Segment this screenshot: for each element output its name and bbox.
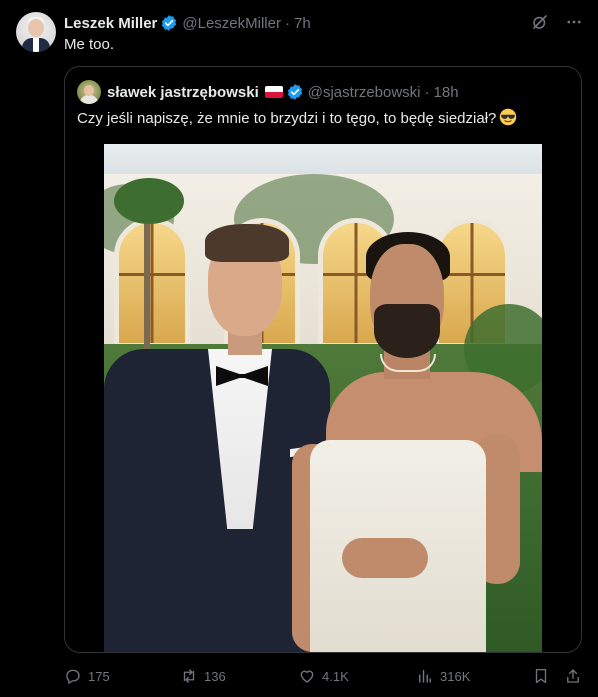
like-count: 4.1K [322, 668, 349, 684]
quote-text: Czy jeśli napiszę, że mnie to brzydzi i … [77, 110, 497, 127]
quote-time[interactable]: 18h [434, 84, 459, 101]
views-icon [419, 670, 431, 683]
quote-author-avatar[interactable] [77, 80, 101, 104]
repost-button[interactable]: 136 [180, 666, 226, 686]
author-avatar[interactable] [16, 12, 56, 52]
quote-text-line: Czy jeśli napiszę, że mnie to brzydzi i … [77, 108, 571, 127]
quote-author-handle[interactable]: @sjastrzebowski [308, 84, 421, 101]
cool-emoji-icon [500, 108, 517, 126]
reply-button[interactable]: 175 [64, 666, 110, 686]
grok-icon[interactable] [530, 12, 550, 32]
share-button[interactable] [564, 666, 582, 686]
like-icon [300, 670, 314, 683]
repost-count: 136 [204, 668, 226, 684]
bookmark-button[interactable] [532, 666, 550, 686]
separator-dot: · [424, 83, 430, 101]
tweet-text: Me too. [64, 36, 115, 53]
tweet-action-bar: 175 136 4.1K 316K [64, 666, 582, 686]
separator-dot: · [284, 14, 290, 32]
verified-badge-icon [162, 15, 177, 31]
tweet-header: Leszek Miller @LeszekMiller · 7h [64, 13, 311, 33]
tweet-top-actions [530, 12, 584, 32]
views-button[interactable]: 316K [416, 666, 470, 686]
reply-count: 175 [88, 668, 110, 684]
poland-flag-icon [264, 86, 283, 98]
more-icon[interactable] [564, 12, 584, 32]
quote-author-name[interactable]: sławek jastrzębowski [107, 84, 259, 101]
share-icon [567, 669, 579, 683]
quote-header: sławek jastrzębowski @sjastrzebowski · 1… [107, 82, 459, 102]
author-name[interactable]: Leszek Miller [64, 15, 157, 32]
repost-icon [183, 669, 195, 683]
quote-photo[interactable] [104, 144, 542, 652]
quoted-tweet[interactable]: sławek jastrzębowski @sjastrzebowski · 1… [64, 66, 582, 653]
views-count: 316K [440, 668, 471, 684]
like-button[interactable]: 4.1K [298, 666, 349, 686]
bookmark-icon [535, 668, 547, 684]
tweet-time[interactable]: 7h [294, 15, 311, 32]
author-handle[interactable]: @LeszekMiller [182, 15, 281, 32]
reply-icon [66, 669, 80, 684]
verified-badge-icon [287, 84, 302, 100]
